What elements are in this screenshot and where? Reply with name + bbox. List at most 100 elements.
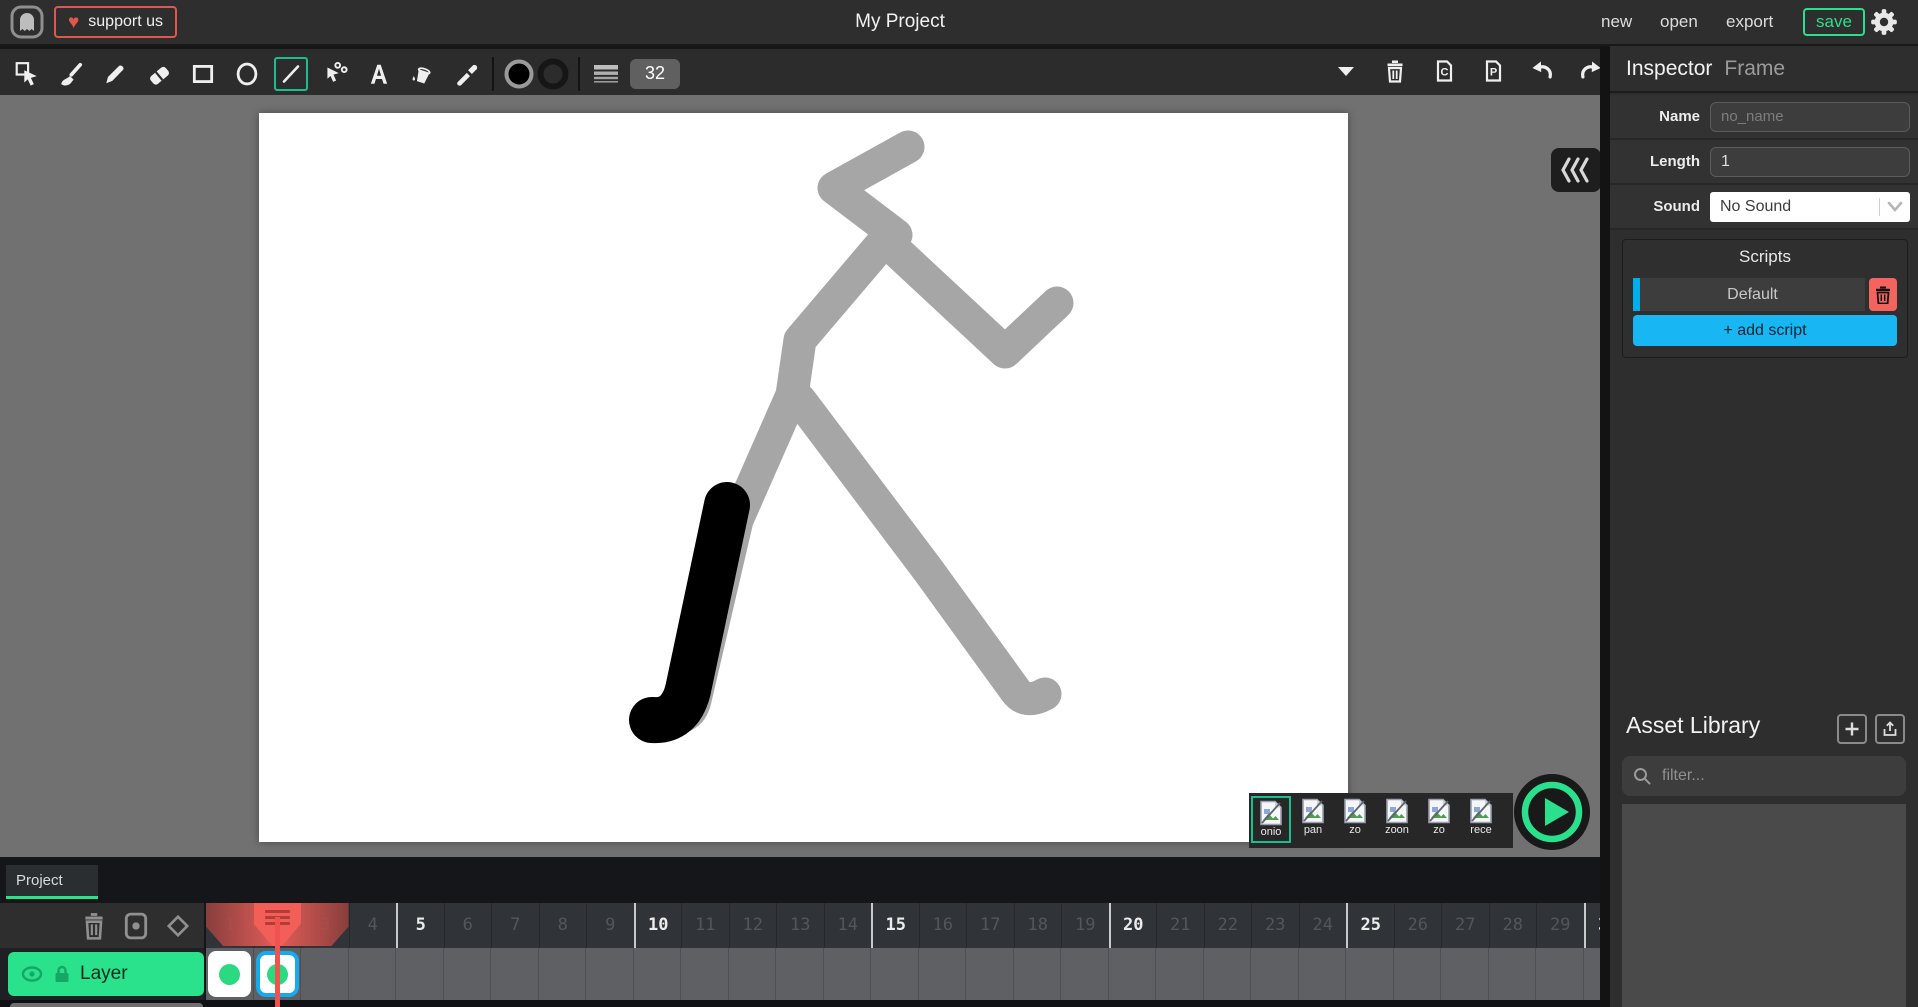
layer-frame-cell-6[interactable] <box>444 948 491 1000</box>
delete-script-button[interactable] <box>1869 278 1897 311</box>
layer-frame-cell-29[interactable] <box>1536 948 1584 1000</box>
layer-visibility-eye-icon[interactable] <box>20 965 44 983</box>
save-button[interactable]: save <box>1803 8 1865 36</box>
frame-number-28[interactable]: 28 <box>1488 903 1537 948</box>
frame-number-5[interactable]: 5 <box>396 903 444 948</box>
frame-number-18[interactable]: 18 <box>1013 903 1062 948</box>
stroke-color-swatch[interactable] <box>536 57 570 91</box>
frame-number-14[interactable]: 14 <box>823 903 872 948</box>
frame-number-20[interactable]: 20 <box>1108 903 1157 948</box>
app-logo-icon[interactable] <box>10 5 44 39</box>
layer-lock-icon[interactable] <box>52 964 72 984</box>
canvas-setting-thumb-zo[interactable]: zo <box>1335 796 1375 843</box>
layer-frame-cell-11[interactable] <box>681 948 729 1000</box>
settings-gear-icon[interactable] <box>1870 8 1898 36</box>
support-us-button[interactable]: ♥ support us <box>54 6 177 38</box>
pencil-tool-button[interactable] <box>98 57 132 91</box>
frame-number-10[interactable]: 10 <box>633 903 682 948</box>
layer-frame-cell-21[interactable] <box>1156 948 1204 1000</box>
frame-number-26[interactable]: 26 <box>1393 903 1442 948</box>
frame-number-17[interactable]: 17 <box>966 903 1014 948</box>
delete-frame-button[interactable] <box>80 911 108 941</box>
layer-frame-cell-4[interactable] <box>349 948 396 1000</box>
frame-number-4[interactable]: 4 <box>348 903 397 948</box>
keyframe-1[interactable] <box>208 951 251 997</box>
layer-frame-cell-14[interactable] <box>824 948 871 1000</box>
frame-number-21[interactable]: 21 <box>1156 903 1204 948</box>
frame-number-30[interactable]: 30 <box>1583 903 1600 948</box>
frame-number-29[interactable]: 29 <box>1536 903 1584 948</box>
canvas-setting-thumb-pan[interactable]: pan <box>1293 796 1333 843</box>
frame-number-22[interactable]: 22 <box>1203 903 1252 948</box>
layer-frame-cell-24[interactable] <box>1299 948 1346 1000</box>
line-tool-button[interactable] <box>274 56 308 91</box>
open-button[interactable]: open <box>1660 0 1698 44</box>
layer-frame-cell-13[interactable] <box>776 948 824 1000</box>
layer-frame-cell-27[interactable] <box>1441 948 1489 1000</box>
layer-frame-cell-7[interactable] <box>491 948 539 1000</box>
eraser-tool-button[interactable] <box>142 57 176 91</box>
eyedropper-tool-button[interactable] <box>450 57 484 91</box>
frame-number-23[interactable]: 23 <box>1251 903 1299 948</box>
frame-number-15[interactable]: 15 <box>871 903 919 948</box>
layer-frame-cell-19[interactable] <box>1061 948 1109 1000</box>
layer-frame-cell-8[interactable] <box>539 948 586 1000</box>
delete-selection-button[interactable] <box>1381 57 1409 85</box>
canvas-setting-thumb-rece[interactable]: rece <box>1461 796 1501 843</box>
more-dropdown-icon[interactable] <box>1332 57 1360 85</box>
layer-item[interactable]: Layer <box>8 952 204 996</box>
playhead-line[interactable] <box>275 917 280 1007</box>
frame-number-13[interactable]: 13 <box>776 903 824 948</box>
rectangle-tool-button[interactable] <box>186 57 220 91</box>
new-button[interactable]: new <box>1601 0 1632 44</box>
layer-frame-cell-12[interactable] <box>729 948 776 1000</box>
layer-frame-cell-1[interactable] <box>206 948 254 1000</box>
script-item-default[interactable]: Default <box>1633 278 1865 311</box>
layer-frame-cell-30[interactable] <box>1584 948 1601 1000</box>
asset-filter-input[interactable] <box>1660 766 1884 786</box>
length-input[interactable] <box>1710 146 1910 177</box>
layer-frame-cell-18[interactable] <box>1014 948 1061 1000</box>
frame-number-7[interactable]: 7 <box>491 903 539 948</box>
frame-number-8[interactable]: 8 <box>538 903 587 948</box>
drawing-canvas[interactable] <box>259 113 1348 842</box>
project-title[interactable]: My Project <box>855 0 945 44</box>
frame-number-12[interactable]: 12 <box>728 903 777 948</box>
layer-frame-cell-25[interactable] <box>1346 948 1394 1000</box>
layer-frame-cell-17[interactable] <box>966 948 1014 1000</box>
layer-frame-cell-20[interactable] <box>1109 948 1156 1000</box>
onion-skin-button[interactable] <box>122 911 150 941</box>
layer-frame-cell-22[interactable] <box>1204 948 1251 1000</box>
sound-select[interactable]: No Sound <box>1710 191 1910 222</box>
asset-list-area[interactable] <box>1622 804 1906 1007</box>
upload-asset-button[interactable] <box>1875 714 1905 744</box>
layer-frame-cell-28[interactable] <box>1489 948 1536 1000</box>
frame-number-24[interactable]: 24 <box>1298 903 1347 948</box>
frame-number-19[interactable]: 19 <box>1061 903 1109 948</box>
select-tool-button[interactable] <box>10 57 44 91</box>
path-cursor-tool-button[interactable] <box>318 57 352 91</box>
layer-frame-cell-5[interactable] <box>396 948 444 1000</box>
layer-frame-cell-15[interactable] <box>871 948 919 1000</box>
tab-project[interactable]: Project <box>6 865 98 899</box>
text-tool-button[interactable] <box>362 57 396 91</box>
ellipse-tool-button[interactable] <box>230 57 264 91</box>
add-asset-button[interactable] <box>1837 714 1867 744</box>
layer-frame-cell-9[interactable] <box>586 948 634 1000</box>
add-script-button[interactable]: + add script <box>1633 315 1897 346</box>
name-input[interactable] <box>1710 101 1910 132</box>
add-keyframe-diamond-button[interactable] <box>164 911 192 941</box>
layer-frame-cell-23[interactable] <box>1251 948 1299 1000</box>
undo-button[interactable] <box>1528 57 1556 85</box>
brush-size-value[interactable]: 32 <box>630 58 680 89</box>
layer-frame-cell-3[interactable] <box>301 948 349 1000</box>
export-button[interactable]: export <box>1726 0 1773 44</box>
copy-button[interactable]: C <box>1430 57 1458 85</box>
frame-number-27[interactable]: 27 <box>1441 903 1489 948</box>
canvas-setting-thumb-zo[interactable]: zo <box>1419 796 1459 843</box>
layer-frame-cell-26[interactable] <box>1394 948 1441 1000</box>
frame-number-16[interactable]: 16 <box>918 903 967 948</box>
fill-color-swatch[interactable] <box>502 57 536 91</box>
frame-number-9[interactable]: 9 <box>586 903 634 948</box>
layer-frame-cell-16[interactable] <box>919 948 966 1000</box>
